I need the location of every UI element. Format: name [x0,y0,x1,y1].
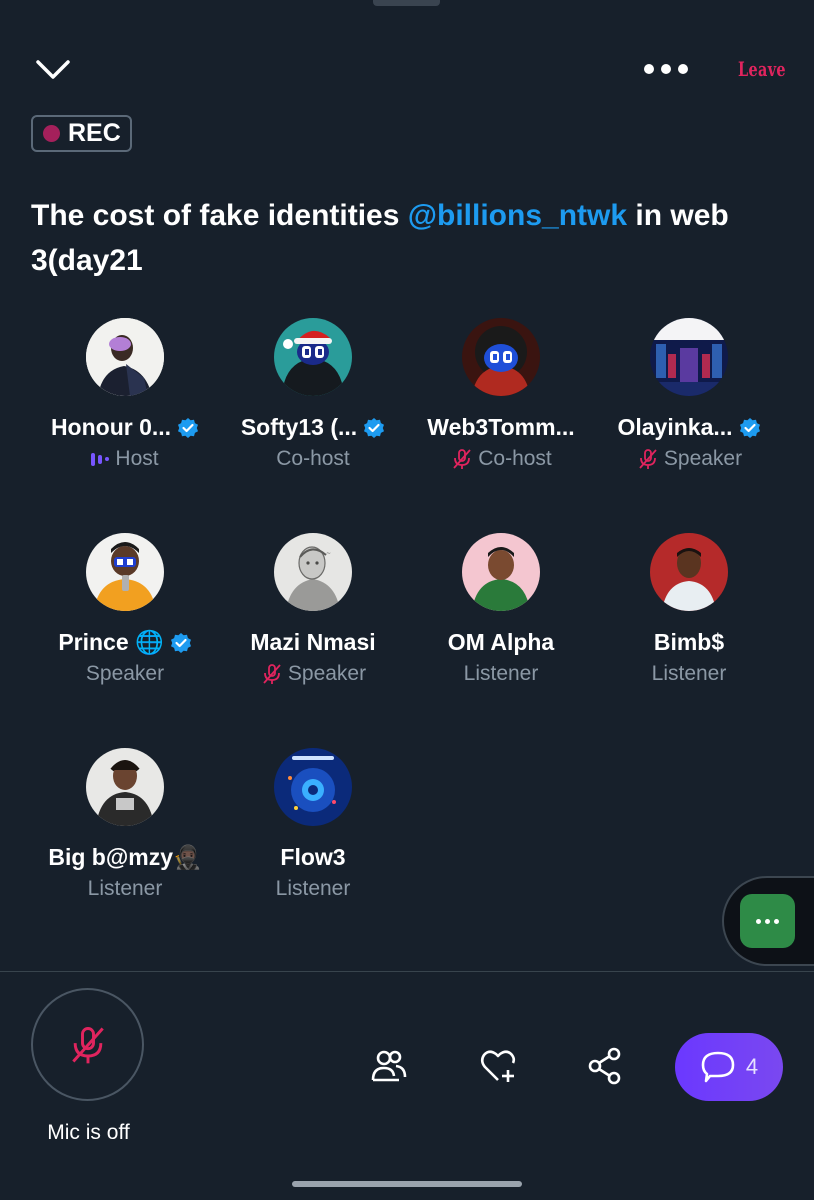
rec-label: REC [68,119,121,147]
participant-name: Bimb$ [653,629,725,655]
recording-badge: REC [31,115,132,152]
participant-name: Honour 0... [50,414,172,440]
participant-role-row: Speaker [219,662,407,686]
participant-prince[interactable]: Prince 🌐 Speaker [31,533,219,686]
participant-name-row: Olayinka... [595,414,783,441]
participant-name: Prince 🌐 [58,629,164,655]
add-reaction-heart-icon[interactable] [478,1046,518,1086]
collapse-chevron-icon[interactable] [30,50,76,90]
avatar [86,533,164,611]
mic-muted-icon [453,449,471,469]
share-icon[interactable] [586,1046,626,1086]
participant-name-row: Prince 🌐 [31,629,219,656]
participant-role: Speaker [663,447,743,470]
participant-name-row: Bimb$ [595,629,783,656]
avatar [86,318,164,396]
participant-role: Listener [463,662,539,685]
comments-button[interactable]: 4 [675,1033,783,1101]
record-dot-icon [43,125,60,142]
more-options-icon[interactable] [638,54,694,84]
participant-role: Speaker [287,662,367,685]
side-chat-bubble-icon[interactable] [740,894,795,948]
mic-muted-icon [639,449,657,469]
participant-flow3[interactable]: Flow3 Listener [219,748,407,901]
participant-name-row: Mazi Nmasi [219,629,407,656]
participant-name: Mazi Nmasi [250,629,376,655]
participant-role-row: Host [31,447,219,471]
participant-name: Flow3 [280,844,346,870]
chat-bubble-icon [701,1051,735,1083]
participant-name: OM Alpha [447,629,555,655]
participant-name: Big b@mzy🥷🏿 [48,844,202,870]
participant-big-bamzy[interactable]: Big b@mzy🥷🏿 Listener [31,748,219,901]
participant-role: Speaker [85,662,165,685]
participant-name-row: Web3Tomm... [407,414,595,441]
comment-count: 4 [745,1054,759,1079]
avatar [462,533,540,611]
participant-name-row: Softy13 (... [219,414,407,441]
participant-role-row: Speaker [31,662,219,686]
title-text: The cost of fake identities [31,199,408,232]
participant-role-row: Listener [31,877,219,901]
participant-web3tommy[interactable]: Web3Tomm... Co-host [407,318,595,471]
speaking-bars-icon [91,452,110,466]
participant-role-row: Listener [595,662,783,686]
participant-name-row: Big b@mzy🥷🏿 [31,844,219,871]
participant-role-row: Co-host [407,447,595,471]
avatar: ~ [274,533,352,611]
participants-icon[interactable] [369,1046,409,1086]
participant-mazi-nmasi[interactable]: ~ Mazi Nmasi Speaker [219,533,407,686]
verified-badge-icon [739,417,760,438]
avatar [86,748,164,826]
avatar [462,318,540,396]
space-screen: Leave REC The cost of fake identities @b… [0,0,814,1200]
participant-softy13[interactable]: Softy13 (... Co-host [219,318,407,471]
space-title: The cost of fake identities @billions_nt… [31,193,751,283]
divider [0,971,814,972]
top-notch [373,0,440,6]
title-mention-link[interactable]: @billions_ntwk [408,199,627,232]
mic-toggle-button[interactable] [31,988,144,1101]
participant-name: Olayinka... [617,414,733,440]
leave-button[interactable]: Leave [738,54,786,84]
participant-name-row: Flow3 [219,844,407,871]
participant-role-row: Listener [407,662,595,686]
participant-role: Listener [87,877,163,900]
participant-role: Co-host [276,447,350,470]
svg-text:~: ~ [326,550,331,557]
participant-name-row: Honour 0... [31,414,219,441]
participant-role-row: Speaker [595,447,783,471]
mic-off-icon [71,1026,104,1063]
participant-role: Listener [275,877,351,900]
home-indicator[interactable] [292,1181,522,1187]
verified-badge-icon [364,417,385,438]
verified-badge-icon [178,417,199,438]
avatar [650,318,728,396]
avatar [274,318,352,396]
mic-status-label: Mic is off [47,1121,130,1144]
participant-honour[interactable]: Honour 0... Host [31,318,219,471]
participant-role: Host [115,447,159,470]
participant-name: Web3Tomm... [427,414,575,440]
avatar [650,533,728,611]
participant-role: Co-host [478,447,552,470]
avatar [274,748,352,826]
mic-muted-icon [263,664,281,684]
participant-role-row: Listener [219,877,407,901]
participant-bimb[interactable]: Bimb$ Listener [595,533,783,686]
verified-badge-icon [170,632,191,653]
participant-om-alpha[interactable]: OM Alpha Listener [407,533,595,686]
participant-olayinka[interactable]: Olayinka... Speaker [595,318,783,471]
participant-role: Listener [651,662,727,685]
participant-name-row: OM Alpha [407,629,595,656]
participant-role-row: Co-host [219,447,407,471]
participant-name: Softy13 (... [240,414,358,440]
